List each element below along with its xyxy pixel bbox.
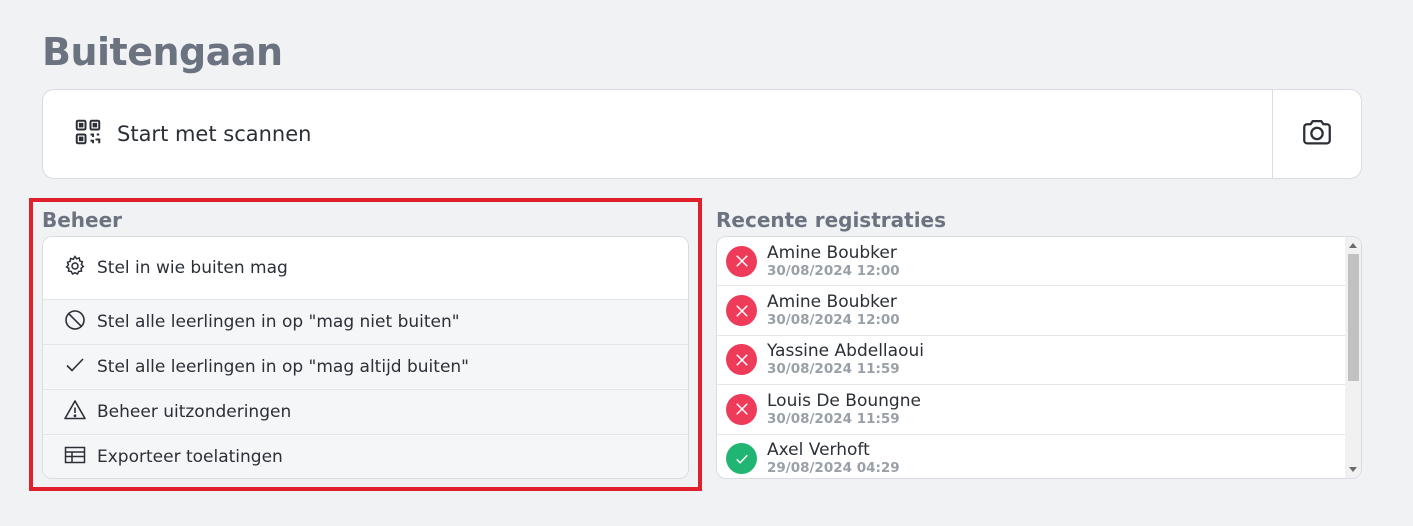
recent-scrollbar[interactable]: [1345, 237, 1361, 478]
beheer-item-exporteer[interactable]: Exporteer toelatingen: [43, 434, 688, 478]
recent-time: 30/08/2024 11:59: [767, 361, 900, 378]
beheer-item-label: Beheer uitzonderingen: [97, 402, 292, 422]
check-icon: [63, 353, 87, 382]
recent-name: Louis De Boungne: [767, 390, 921, 411]
denied-status-icon: [726, 295, 757, 327]
recent-row[interactable]: Axel Verhoft 29/08/2024 04:29: [717, 435, 1345, 478]
beheer-item-label: Stel in wie buiten mag: [97, 258, 288, 278]
beheer-list: Stel in wie buiten mag Stel alle leerlin…: [42, 236, 689, 479]
recent-scroll-area: Amine Boubker 30/08/2024 12:00 Amine Bou…: [717, 237, 1345, 478]
recent-name: Amine Boubker: [767, 242, 897, 263]
camera-icon: [1300, 115, 1334, 153]
denied-status-icon: [726, 344, 757, 376]
ban-icon: [63, 308, 87, 337]
scroll-thumb[interactable]: [1348, 254, 1359, 381]
start-scan-label: Start met scannen: [117, 122, 312, 146]
recent-time: 30/08/2024 11:59: [767, 410, 900, 427]
denied-status-icon: [726, 245, 757, 277]
scan-bar: Start met scannen: [42, 89, 1362, 179]
beheer-item-label: Stel alle leerlingen in op "mag altijd b…: [97, 357, 469, 377]
recent-time: 30/08/2024 12:00: [767, 262, 900, 279]
scroll-up-arrow-icon[interactable]: [1349, 243, 1357, 248]
recent-row[interactable]: Louis De Boungne 30/08/2024 11:59: [717, 385, 1345, 435]
beheer-item-label: Exporteer toelatingen: [97, 447, 283, 467]
beheer-item-label: Stel alle leerlingen in op "mag niet bui…: [97, 312, 460, 332]
denied-status-icon: [726, 393, 757, 425]
recent-name: Axel Verhoft: [767, 440, 870, 461]
table-icon: [63, 443, 87, 472]
recent-time: 29/08/2024 04:29: [767, 460, 900, 477]
beheer-title: Beheer: [42, 208, 123, 232]
beheer-item-uitzonderingen[interactable]: Beheer uitzonderingen: [43, 389, 688, 434]
recent-row[interactable]: Amine Boubker 30/08/2024 12:00: [717, 286, 1345, 336]
recent-name: Amine Boubker: [767, 292, 897, 313]
recent-row[interactable]: Amine Boubker 30/08/2024 12:00: [717, 237, 1345, 287]
recent-name: Yassine Abdellaoui: [767, 341, 924, 362]
beheer-item-stel-in-wie-buiten-mag[interactable]: Stel in wie buiten mag: [43, 237, 688, 299]
recent-title: Recente registraties: [716, 208, 947, 232]
camera-button[interactable]: [1272, 90, 1361, 178]
page-title: Buitengaan: [42, 30, 283, 74]
recent-row[interactable]: Yassine Abdellaoui 30/08/2024 11:59: [717, 336, 1345, 386]
beheer-item-mag-altijd-buiten[interactable]: Stel alle leerlingen in op "mag altijd b…: [43, 344, 688, 389]
allowed-status-icon: [726, 443, 757, 475]
start-scan-button[interactable]: Start met scannen: [43, 90, 1272, 178]
gear-icon: [63, 254, 87, 283]
scroll-down-arrow-icon[interactable]: [1349, 467, 1357, 472]
recent-list: Amine Boubker 30/08/2024 12:00 Amine Bou…: [716, 236, 1362, 479]
qr-code-icon: [73, 117, 103, 152]
beheer-item-mag-niet-buiten[interactable]: Stel alle leerlingen in op "mag niet bui…: [43, 299, 688, 344]
recent-time: 30/08/2024 12:00: [767, 312, 900, 329]
warning-icon: [63, 398, 87, 427]
